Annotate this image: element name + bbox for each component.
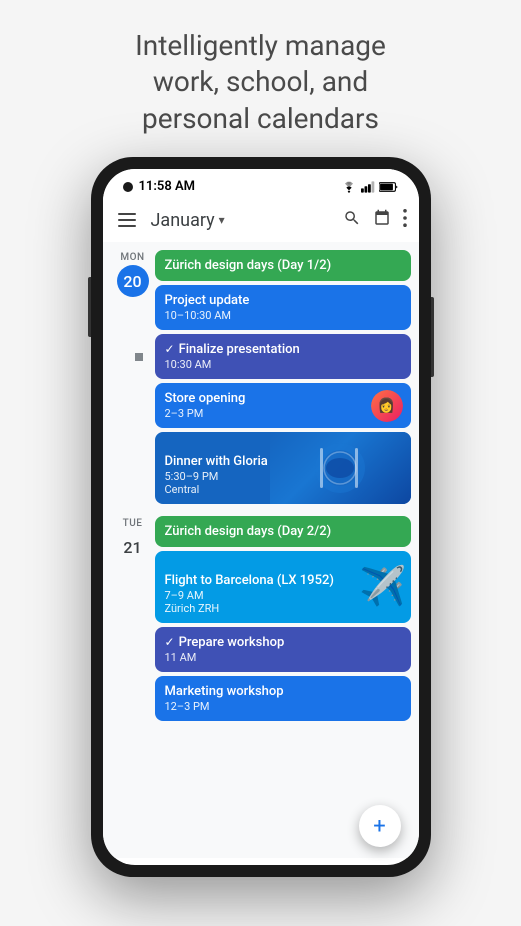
- event-time: 10–10:30 AM: [165, 309, 401, 322]
- tagline-line2: work, school, and: [153, 65, 368, 98]
- event-store-opening[interactable]: Store opening 2–3 PM 👩: [155, 383, 411, 428]
- event-location: Central: [165, 483, 401, 496]
- event-title: Store opening: [165, 391, 363, 406]
- status-left: 11:58 AM: [123, 179, 196, 194]
- create-event-fab[interactable]: +: [359, 805, 401, 847]
- hamburger-menu[interactable]: [111, 204, 143, 236]
- event-time: 5:30–9 PM: [165, 470, 401, 483]
- search-button[interactable]: [343, 209, 361, 232]
- calendar-view-button[interactable]: [373, 209, 391, 232]
- events-mon20: Zürich design days (Day 1/2) Project upd…: [155, 250, 419, 504]
- events-tue21: Zürich design days (Day 2/2) ✈️ Flight t…: [155, 516, 419, 721]
- nav-actions: [343, 209, 407, 232]
- phone-mockup: 11:58 AM: [91, 157, 431, 877]
- event-title: Zürich design days (Day 1/2): [165, 258, 401, 273]
- tagline-line3: personal calendars: [142, 102, 379, 135]
- signal-icon: [361, 181, 375, 193]
- phone-screen: 11:58 AM: [103, 169, 419, 865]
- timeline-dot: [135, 353, 143, 361]
- event-title: ✓Prepare workshop: [165, 635, 401, 650]
- status-bar: 11:58 AM: [103, 169, 419, 198]
- event-prepare-workshop[interactable]: ✓Prepare workshop 11 AM: [155, 627, 411, 672]
- event-marketing-workshop[interactable]: Marketing workshop 12–3 PM: [155, 676, 411, 721]
- nav-bar: January ▾: [103, 198, 419, 242]
- day-label-tue21: TUE 21: [111, 516, 155, 721]
- status-time: 11:58 AM: [139, 179, 196, 194]
- day-section-mon20: MON 20 Zürich design days (Day 1/2) Proj…: [103, 242, 419, 508]
- avatar: 👩: [371, 390, 403, 422]
- tagline-line1: Intelligently manage: [135, 29, 386, 62]
- task-check-icon: ✓: [165, 635, 175, 649]
- event-project-update[interactable]: Project update 10–10:30 AM: [155, 285, 411, 330]
- tagline: Intelligently manage work, school, and p…: [95, 0, 426, 157]
- event-finalize-pres[interactable]: ✓Finalize presentation 10:30 AM: [155, 334, 411, 379]
- event-time: 2–3 PM: [165, 407, 363, 420]
- event-zurich-day1[interactable]: Zürich design days (Day 1/2): [155, 250, 411, 281]
- dropdown-arrow-icon: ▾: [219, 213, 225, 227]
- event-title: Flight to Barcelona (LX 1952): [165, 573, 401, 588]
- avatar-image: 👩: [371, 390, 403, 422]
- dinner-text: Dinner with Gloria 5:30–9 PM Central: [165, 454, 401, 496]
- task-check-icon: ✓: [165, 342, 175, 356]
- flight-text: Flight to Barcelona (LX 1952) 7–9 AM Zür…: [165, 573, 401, 615]
- event-title: Zürich design days (Day 2/2): [165, 524, 401, 539]
- event-flight-barcelona[interactable]: ✈️ Flight to Barcelona (LX 1952) 7–9 AM …: [155, 551, 411, 623]
- event-time: 10:30 AM: [165, 358, 401, 371]
- event-time: 12–3 PM: [165, 700, 401, 713]
- fab-icon: +: [373, 814, 385, 839]
- day-section-tue21: TUE 21 Zürich design days (Day 2/2) ✈️ F…: [103, 508, 419, 725]
- event-title: Dinner with Gloria: [165, 454, 401, 469]
- event-title: Marketing workshop: [165, 684, 401, 699]
- event-title: Project update: [165, 293, 401, 308]
- day-label-mon20: MON 20: [111, 250, 155, 504]
- event-location: Zürich ZRH: [165, 602, 401, 615]
- battery-icon: [379, 181, 399, 193]
- event-title: ✓Finalize presentation: [165, 342, 401, 357]
- status-icons: [341, 181, 399, 193]
- month-label: January: [151, 210, 215, 231]
- event-time: 7–9 AM: [165, 589, 401, 602]
- day-name-tue: TUE: [123, 518, 143, 529]
- event-zurich-day2[interactable]: Zürich design days (Day 2/2): [155, 516, 411, 547]
- day-number-20: 20: [117, 265, 149, 297]
- day-number-21: 21: [117, 531, 149, 563]
- wifi-icon: [341, 181, 357, 193]
- month-selector[interactable]: January ▾: [151, 210, 335, 231]
- day-name-mon: MON: [120, 252, 144, 263]
- event-dinner-gloria[interactable]: Dinner with Gloria 5:30–9 PM Central: [155, 432, 411, 504]
- camera-dot: [123, 182, 133, 192]
- more-options-button[interactable]: [403, 209, 407, 232]
- calendar-content: MON 20 Zürich design days (Day 1/2) Proj…: [103, 242, 419, 858]
- event-time: 11 AM: [165, 651, 401, 664]
